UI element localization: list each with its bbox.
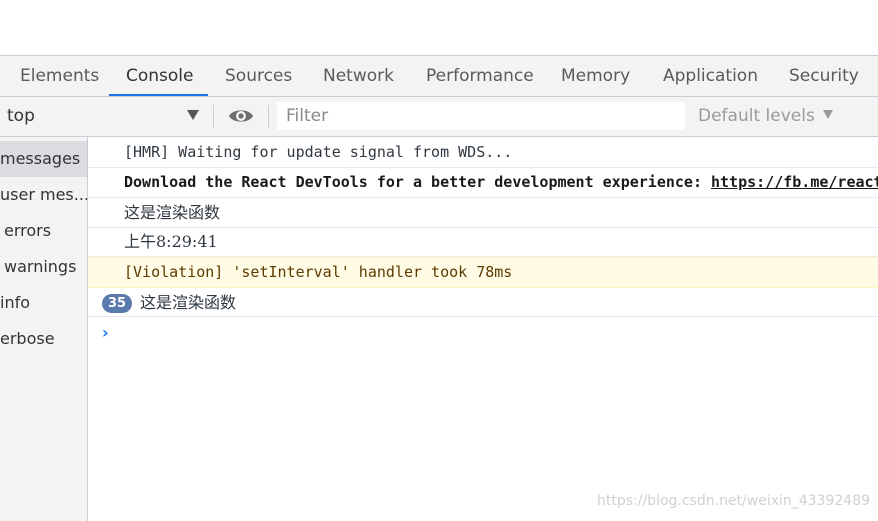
chevron-down-icon [822, 110, 833, 119]
tab-memory[interactable]: Memory [561, 56, 630, 96]
sidebar-item-warnings[interactable]: warnings [0, 249, 87, 285]
console-message[interactable]: 上午8:29:41 [88, 228, 878, 257]
message-text: 这是渲染函数 [124, 203, 221, 222]
active-tab-indicator [109, 94, 208, 96]
sidebar-item-label: erbose [0, 329, 55, 348]
message-text: [HMR] Waiting for update signal from WDS… [124, 143, 513, 161]
toolbar-divider [213, 105, 214, 128]
context-selector[interactable]: top [7, 97, 35, 136]
tab-console[interactable]: Console [126, 56, 194, 96]
chevron-right-icon[interactable]: › [102, 323, 109, 342]
tab-security[interactable]: Security [789, 56, 859, 96]
console-toolbar: top Default levels [0, 97, 878, 137]
sidebar-item-verbose[interactable]: erbose [0, 321, 87, 357]
console-messages: [HMR] Waiting for update signal from WDS… [88, 137, 878, 521]
message-text: [Violation] 'setInterval' handler took 7… [124, 263, 513, 281]
sidebar-item-label: user mes... [0, 185, 87, 204]
tab-elements[interactable]: Elements [20, 56, 99, 96]
message-text: 上午8:29:41 [124, 232, 218, 251]
watermark: https://blog.csdn.net/weixin_43392489 [597, 493, 871, 509]
filter-box [277, 102, 685, 130]
sidebar-item-label: info [0, 293, 31, 312]
page-top-area [0, 0, 878, 56]
sidebar-item-label: warnings [4, 257, 77, 276]
default-levels-dropdown[interactable]: Default levels [698, 97, 833, 136]
console-message[interactable]: Download the React DevTools for a better… [88, 168, 878, 198]
eye-icon[interactable] [228, 105, 254, 127]
message-body: Download the React DevTools for a better… [124, 173, 711, 191]
sidebar-item-info[interactable]: info [0, 285, 87, 321]
tab-application[interactable]: Application [663, 56, 758, 96]
repeat-count-badge: 35 [102, 294, 132, 313]
sidebar-item-errors[interactable]: errors [0, 213, 87, 249]
devtools-tab-bar: Elements Console Sources Network Perform… [0, 56, 878, 97]
message-link[interactable]: https://fb.me/react-devtools [711, 173, 878, 191]
dropdown-arrow-icon[interactable] [187, 110, 199, 120]
tab-network[interactable]: Network [323, 56, 394, 96]
console-message[interactable]: 35 这是渲染函数 [88, 288, 878, 317]
toolbar-divider [268, 105, 269, 128]
console-violation-message[interactable]: [Violation] 'setInterval' handler took 7… [88, 257, 878, 288]
console-message[interactable]: 这是渲染函数 [88, 198, 878, 228]
console-message[interactable]: [HMR] Waiting for update signal from WDS… [88, 137, 878, 168]
sidebar-item-label: messages [0, 149, 81, 168]
message-text: 这是渲染函数 [140, 293, 237, 312]
console-sidebar: messages user mes... errors warnings inf… [0, 137, 88, 521]
sidebar-item-label: errors [4, 221, 52, 240]
message-text: Download the React DevTools for a better… [124, 168, 878, 197]
sidebar-item-messages[interactable]: messages [0, 141, 87, 177]
filter-input[interactable] [277, 102, 685, 130]
sidebar-item-user-messages[interactable]: user mes... [0, 177, 87, 213]
tab-sources[interactable]: Sources [225, 56, 292, 96]
default-levels-label: Default levels [698, 106, 815, 126]
tab-performance[interactable]: Performance [426, 56, 534, 96]
